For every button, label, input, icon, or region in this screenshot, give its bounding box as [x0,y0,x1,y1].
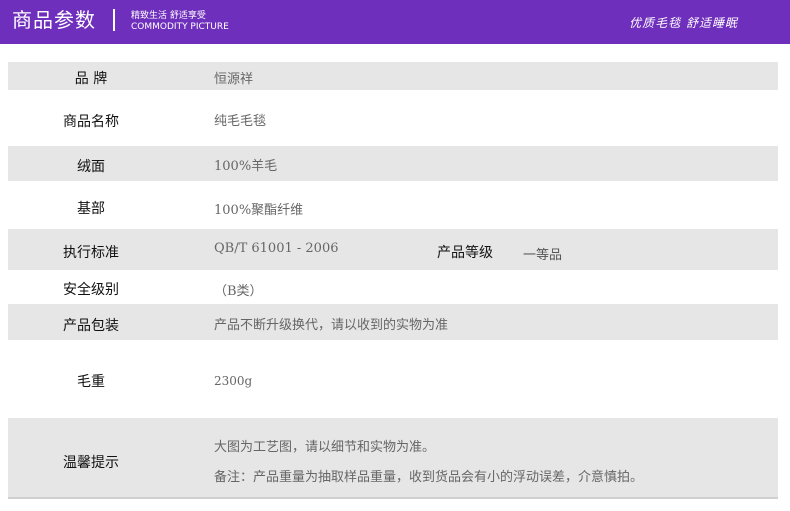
param-label: 温馨提示 [63,455,119,471]
param-value: 100%聚酯纤维 [214,203,304,218]
banner-subtitle-line2: COMMODITY PICTURE [131,22,229,32]
param-label: 品 牌 [74,71,108,87]
param-value: 恒源祥 [214,72,254,87]
param-row-safety: 安全级别 （B类） [8,270,778,304]
param-value: 产品不断升级换代，请以收到的实物为准 [214,318,449,333]
param-label: 商品名称 [63,114,119,130]
param-value-grade: 一等品 [523,248,563,263]
param-label: 执行标准 [63,245,119,261]
header-banner: 商品参数 精致生活 舒适享受 COMMODITY PICTURE 优质毛毯 舒适… [0,0,790,44]
param-row-tips: 温馨提示 大图为工艺图，请以细节和实物为准。 备注：产品重量为抽取样品重量，收到… [8,418,778,497]
banner-title: 商品参数 [12,8,96,32]
param-row-pile: 绒面 100%羊毛 [8,146,778,181]
banner-slogan: 优质毛毯 舒适睡眠 [629,16,738,30]
param-row-base: 基部 100%聚酯纤维 [8,181,778,229]
param-value: 纯毛毛毯 [214,114,267,129]
param-row-brand: 品 牌 恒源祥 [8,62,778,90]
param-row-standard: 执行标准 QB/T 61001 - 2006 产品等级 一等品 [8,229,778,270]
param-row-packaging: 产品包装 产品不断升级换代，请以收到的实物为准 [8,304,778,340]
param-value: （B类） [214,284,263,299]
param-label: 产品包装 [63,318,119,334]
banner-subtitle-line1: 精致生活 舒适享受 [131,11,206,21]
param-label: 安全级别 [63,282,119,298]
banner-divider [113,9,115,31]
param-label-grade: 产品等级 [437,245,493,261]
param-value-line1: 大图为工艺图，请以细节和实物为准。 [214,440,436,455]
param-label: 毛重 [77,374,105,390]
param-row-weight: 毛重 2300g [8,340,778,418]
param-label: 绒面 [77,159,105,175]
param-value-line2: 备注：产品重量为抽取样品重量，收到货品会有小的浮动误差，介意慎拍。 [214,470,644,485]
param-label: 基部 [77,201,105,217]
param-row-name: 商品名称 纯毛毛毯 [8,90,778,146]
param-value: 100%羊毛 [214,159,278,174]
banner-subtitle: 精致生活 舒适享受 COMMODITY PICTURE [131,11,229,33]
param-value: 2300g [214,374,253,388]
table-bottom-edge [8,497,778,499]
param-value: QB/T 61001 - 2006 [214,241,339,256]
